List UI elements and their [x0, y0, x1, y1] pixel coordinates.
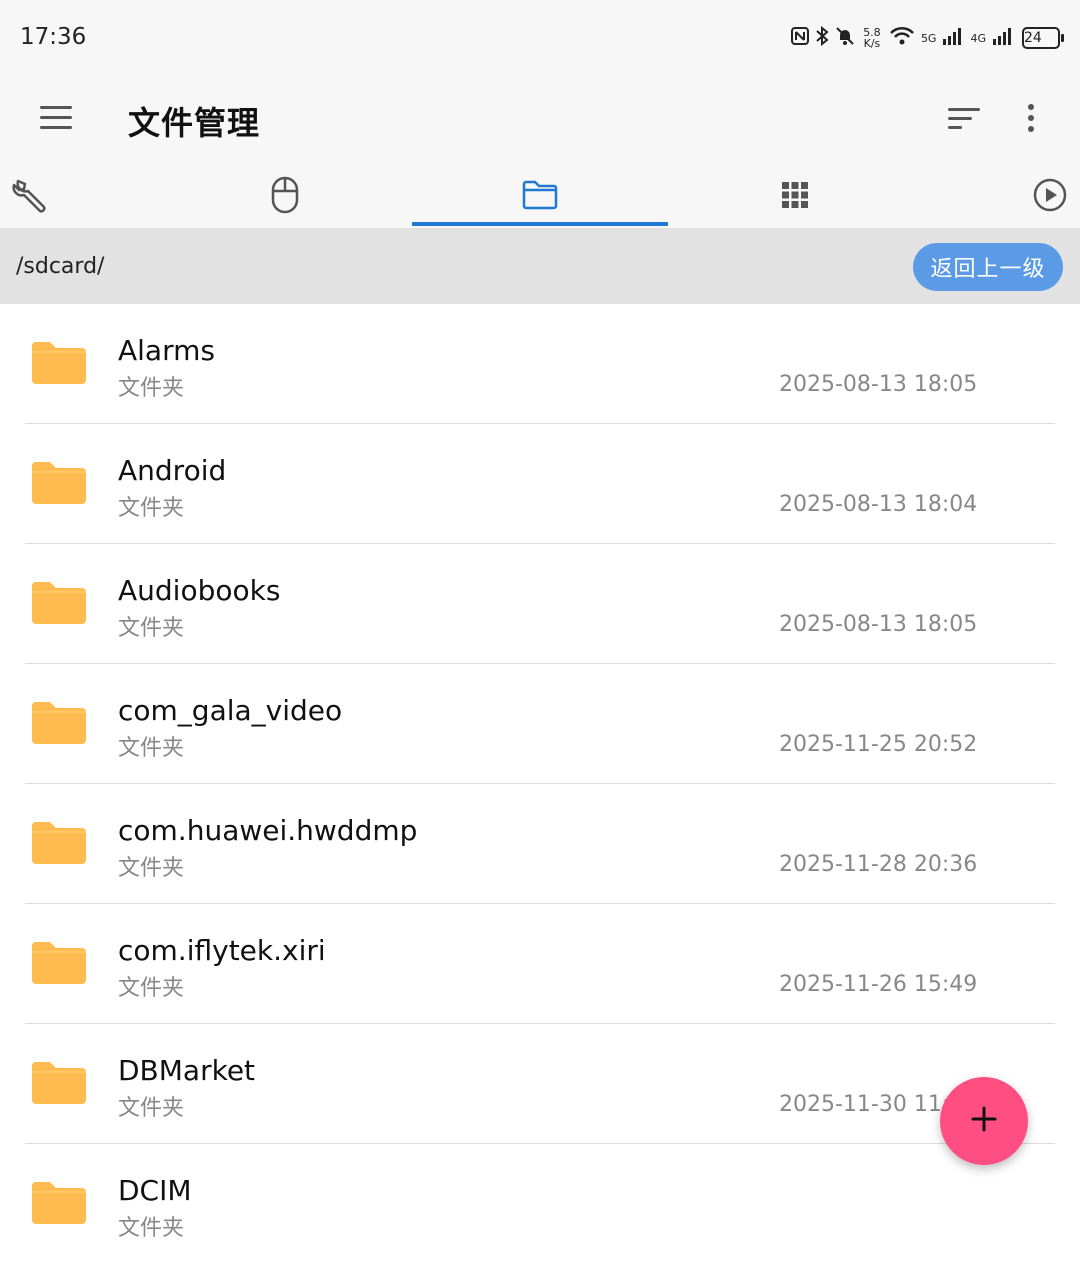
wrench-icon — [10, 175, 50, 215]
list-item[interactable]: com_gala_video 文件夹 2025-11-25 20:52 — [0, 664, 1080, 784]
signal-4g-label: 4G — [970, 31, 986, 45]
file-list: Alarms 文件夹 2025-08-13 18:05 Android 文件夹 … — [0, 304, 1080, 1264]
file-name: com_gala_video — [118, 694, 343, 727]
file-name: Alarms — [118, 334, 215, 367]
signal-4g-icon — [992, 26, 1014, 50]
folder-icon — [30, 700, 88, 746]
list-item[interactable]: Alarms 文件夹 2025-08-13 18:05 — [0, 304, 1080, 424]
file-date: 2025-08-13 18:05 — [779, 372, 978, 397]
status-bar: 17:36 5.8 K/s 5G 4G 24 — [0, 0, 1080, 78]
file-name: Android — [118, 454, 227, 487]
file-date: 2025-11-25 20:52 — [779, 732, 978, 757]
tab-apps[interactable] — [765, 162, 825, 228]
tab-media[interactable] — [1020, 162, 1080, 228]
net-speed: 5.8 K/s — [863, 26, 881, 50]
list-item[interactable]: com.huawei.hwddmp 文件夹 2025-11-28 20:36 — [0, 784, 1080, 904]
file-name: DCIM — [118, 1174, 192, 1207]
current-path: /sdcard/ — [16, 254, 105, 279]
folder-icon — [30, 580, 88, 626]
list-item[interactable]: DBMarket 文件夹 2025-11-30 11:5 — [0, 1024, 1080, 1144]
mouse-icon — [270, 176, 300, 214]
folder-icon — [522, 180, 558, 210]
folder-icon — [30, 820, 88, 866]
battery-level: 24 — [1024, 30, 1042, 46]
tab-bar — [0, 162, 1080, 228]
folder-icon — [30, 940, 88, 986]
status-icons: 5.8 K/s 5G 4G 24 — [790, 25, 1064, 50]
file-name: com.iflytek.xiri — [118, 934, 326, 967]
folder-icon — [30, 340, 88, 386]
grid-icon — [781, 181, 809, 209]
tab-mouse[interactable] — [255, 162, 315, 228]
signal-5g-label: 5G — [920, 31, 937, 45]
tab-files[interactable] — [510, 162, 570, 228]
list-item[interactable]: Audiobooks 文件夹 2025-08-13 18:05 — [0, 544, 1080, 664]
file-type: 文件夹 — [118, 856, 185, 881]
page-title: 文件管理 — [128, 104, 261, 142]
file-name: com.huawei.hwddmp — [118, 814, 418, 847]
signal-5g-icon — [942, 26, 964, 50]
battery-icon: 24 — [1022, 27, 1064, 49]
add-button[interactable] — [940, 1077, 1028, 1165]
file-date: 2025-08-13 18:04 — [779, 492, 978, 517]
list-item[interactable]: com.iflytek.xiri 文件夹 2025-11-26 15:49 — [0, 904, 1080, 1024]
file-type: 文件夹 — [118, 376, 185, 401]
back-up-button[interactable]: 返回上一级 — [913, 243, 1063, 291]
path-bar: /sdcard/ 返回上一级 — [0, 228, 1080, 304]
more-options-icon[interactable] — [1024, 104, 1038, 136]
app-bar: 文件管理 — [0, 78, 1080, 162]
tab-tools[interactable] — [0, 162, 60, 228]
file-type: 文件夹 — [118, 976, 185, 1001]
list-item[interactable]: DCIM 文件夹 — [0, 1144, 1080, 1264]
wifi-icon — [889, 26, 915, 50]
file-name: DBMarket — [118, 1054, 256, 1087]
file-type: 文件夹 — [118, 736, 185, 761]
file-type: 文件夹 — [118, 1096, 185, 1121]
list-item[interactable]: Android 文件夹 2025-08-13 18:04 — [0, 424, 1080, 544]
play-circle-icon — [1032, 177, 1068, 213]
file-type: 文件夹 — [118, 496, 185, 521]
nfc-icon — [790, 26, 809, 50]
file-date: 2025-08-13 18:05 — [779, 612, 978, 637]
folder-icon — [30, 1060, 88, 1106]
plus-icon — [970, 1105, 998, 1137]
file-date: 2025-11-30 11:5 — [779, 1092, 964, 1117]
folder-icon — [30, 460, 88, 506]
folder-icon — [30, 1180, 88, 1226]
file-date: 2025-11-26 15:49 — [779, 972, 978, 997]
menu-icon[interactable] — [40, 106, 72, 132]
sort-icon[interactable] — [948, 108, 980, 130]
bluetooth-icon — [815, 25, 829, 50]
active-tab-indicator — [412, 222, 668, 226]
status-time: 17:36 — [20, 24, 87, 50]
file-type: 文件夹 — [118, 1216, 185, 1241]
file-name: Audiobooks — [118, 574, 281, 607]
file-type: 文件夹 — [118, 616, 185, 641]
file-date: 2025-11-28 20:36 — [779, 852, 978, 877]
mute-bell-icon — [835, 26, 855, 50]
